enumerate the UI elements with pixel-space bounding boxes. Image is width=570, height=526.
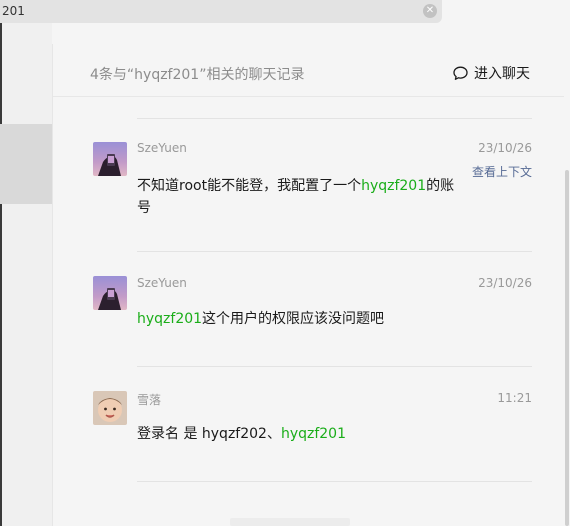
sender-name: SzeYuen [137,141,187,155]
message-text: 不知道root能不能登，我配置了一个hyqzf201的账号 [137,175,457,219]
message-date: 23/10/26 [478,141,532,155]
chat-bubble-icon [453,66,468,80]
divider [137,366,532,367]
avatar-image [93,142,127,176]
chat-list-pane [0,0,52,526]
keyword-highlight: hyqzf201 [137,311,203,327]
message-text-before: 不知道root能不能登，我配置了一个 [137,178,362,194]
message-text-before: 登录名 是 hyqzf202、 [137,426,281,442]
keyword-highlight: hyqzf201 [361,178,427,194]
avatar[interactable] [93,276,127,310]
divider [137,118,532,119]
avatar[interactable] [93,391,127,425]
search-input[interactable]: 201 ✕ [0,0,442,23]
message-date: 23/10/26 [478,276,532,290]
search-results-pane: 4条与“hyqzf201”相关的聊天记录 进入聊天 SzeYuen 23/10/… [53,44,570,526]
keyword-highlight: hyqzf201 [280,426,346,442]
selected-chat-item[interactable] [0,124,52,204]
avatar-image [93,391,127,425]
message-text: hyqzf201这个用户的权限应该没问题吧 [137,308,457,330]
sender-name: 雪落 [137,393,162,407]
results-header: 4条与“hyqzf201”相关的聊天记录 进入聊天 [53,44,570,97]
view-context-link[interactable]: 查看上下文 [472,163,532,180]
message-date: 11:21 [497,391,532,405]
message-text: 登录名 是 hyqzf202、hyqzf201 [137,423,457,445]
search-input-value: 201 [2,4,25,18]
avatar-image [93,276,127,310]
sender-name: SzeYuen [137,276,187,290]
enter-chat-button[interactable]: 进入聊天 [452,62,530,84]
enter-chat-label: 进入聊天 [474,66,530,82]
close-circle-icon[interactable]: ✕ [423,4,437,18]
message-text-after: 这个用户的权限应该没问题吧 [202,311,385,327]
partial-next-item [230,518,350,526]
scrollbar-thumb[interactable] [565,170,569,526]
window-edge [0,0,2,526]
results-title: 4条与“hyqzf201”相关的聊天记录 [90,67,305,83]
divider [137,481,532,482]
avatar[interactable] [93,142,127,176]
divider [137,251,532,252]
